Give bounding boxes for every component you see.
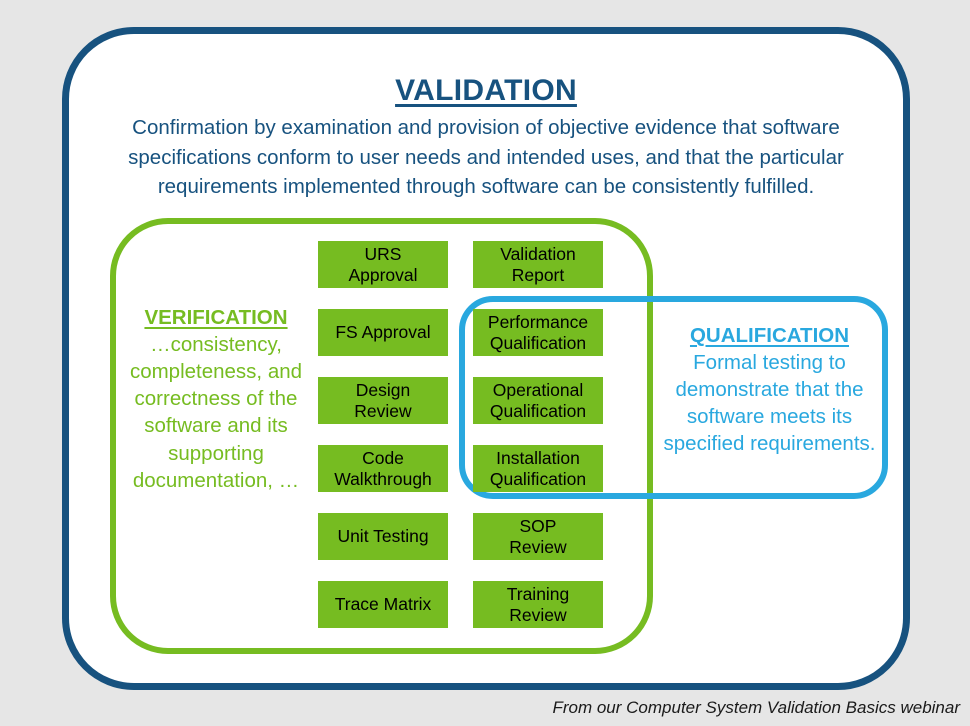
task-box[interactable]: Trace Matrix (318, 581, 448, 628)
task-box[interactable]: Unit Testing (318, 513, 448, 560)
task-box[interactable]: FS Approval (318, 309, 448, 356)
task-box[interactable]: Operational Qualification (473, 377, 603, 424)
verification-heading: VERIFICATION (144, 306, 288, 329)
verification-activities-column-left: URS Approval FS Approval Design Review C… (318, 241, 448, 628)
task-box[interactable]: Design Review (318, 377, 448, 424)
task-box[interactable]: Training Review (473, 581, 603, 628)
verification-description: …consistency, completeness, and correctn… (129, 332, 303, 492)
task-box[interactable]: URS Approval (318, 241, 448, 288)
source-caption: From our Computer System Validation Basi… (552, 698, 960, 717)
task-box[interactable]: Validation Report (473, 241, 603, 288)
validation-heading: VALIDATION (395, 74, 577, 107)
verification-text-block: VERIFICATION …consistency, completeness,… (126, 306, 306, 494)
qualification-heading: QUALIFICATION (689, 324, 850, 347)
verification-activities-column-right: Validation Report Performance Qualificat… (473, 241, 603, 628)
qualification-text-block: QUALIFICATION Formal testing to demonstr… (662, 324, 877, 458)
task-box[interactable]: Installation Qualification (473, 445, 603, 492)
validation-text-block: VALIDATION Confirmation by examination a… (95, 73, 877, 201)
task-box[interactable]: Performance Qualification (473, 309, 603, 356)
task-box[interactable]: Code Walkthrough (318, 445, 448, 492)
validation-description: Confirmation by examination and provisio… (128, 116, 844, 198)
diagram-canvas: VALIDATION Confirmation by examination a… (0, 0, 970, 726)
qualification-description: Formal testing to demonstrate that the s… (663, 350, 876, 456)
task-box[interactable]: SOP Review (473, 513, 603, 560)
